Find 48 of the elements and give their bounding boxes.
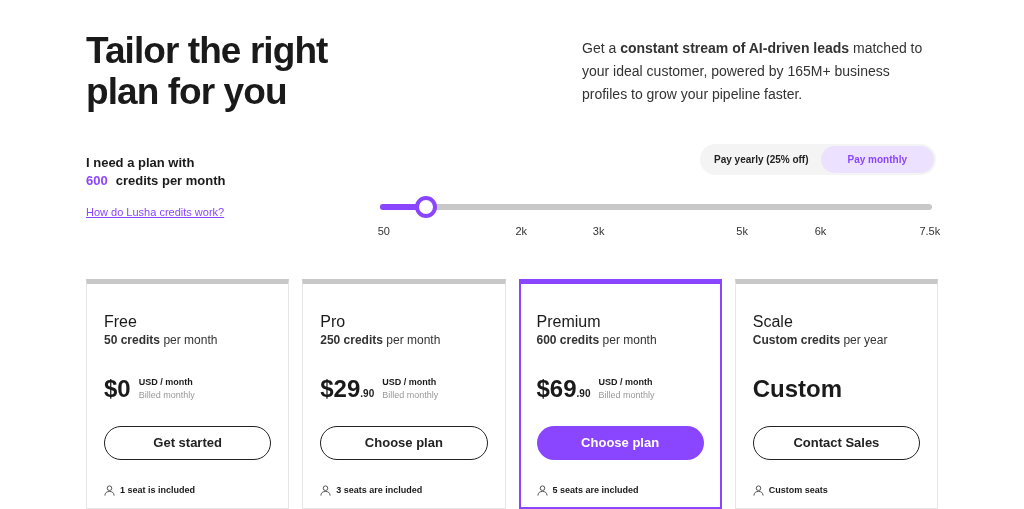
plan-button[interactable]: Choose plan	[536, 426, 704, 460]
intro-paragraph: Get a constant stream of AI-driven leads matched to your ideal customer, powered by 165M+ business profiles to grow your pipeline faster.	[582, 39, 924, 104]
plan-name: Premium	[536, 312, 602, 332]
plan-prompt-text: I need a plan with	[86, 154, 196, 172]
price-cents: .90	[360, 388, 375, 401]
price-cents: .90	[576, 388, 591, 401]
billing-option[interactable]: Pay yearly (25% off)	[702, 146, 821, 173]
billing-option[interactable]: Pay monthly	[820, 146, 934, 173]
billing-note: Billed monthly	[138, 389, 195, 402]
person-icon	[104, 485, 115, 497]
price: $69	[536, 374, 577, 404]
seats-text: 3 seats are included	[336, 484, 423, 497]
help-link[interactable]: How do Lusha credits work?	[86, 204, 380, 221]
price-unit: USD / month	[382, 376, 438, 389]
price: $0	[104, 374, 131, 404]
person-icon	[752, 485, 764, 497]
tick-label: 50	[377, 224, 390, 239]
person-icon	[536, 485, 548, 497]
credit-amount: 600	[86, 172, 108, 190]
plan-credits: Custom credits per year	[752, 332, 889, 348]
tick-label: 5k	[736, 224, 748, 239]
plan-credits: 250 credits per month	[320, 332, 442, 348]
credit-unit-text: credits per month	[115, 172, 226, 190]
page-headline: Tailor the right plan for you	[86, 30, 329, 112]
price-unit: USD / month	[138, 376, 194, 389]
plan-credits: 50 credits per month	[104, 332, 219, 348]
seats-text: 1 seat is included	[120, 484, 196, 497]
tick-label: 6k	[814, 224, 827, 239]
billing-note: Billed monthly	[382, 389, 439, 402]
billing-note: Billed monthly	[598, 389, 655, 402]
price-unit: USD / month	[598, 376, 654, 389]
price: $29	[320, 374, 361, 404]
plan-button[interactable]: Choose plan	[320, 426, 488, 460]
slider-track[interactable]	[380, 196, 932, 218]
seats-text: Custom seats	[768, 484, 828, 497]
plan-button[interactable]: Contact Sales	[752, 426, 920, 460]
tick-label: 2k	[515, 224, 528, 239]
person-icon	[320, 485, 332, 497]
seats-text: 5 seats are included	[552, 484, 639, 497]
plan-name: Free	[104, 312, 138, 332]
plan-credits: 600 credits per month	[536, 332, 658, 348]
tick-label: 7.5k	[919, 224, 941, 239]
plan-button[interactable]: Get started	[104, 426, 272, 460]
tick-label: 3k	[592, 224, 605, 239]
plan-name: Scale	[752, 312, 794, 332]
custom-price: Custom	[752, 374, 843, 404]
plan-name: Pro	[320, 312, 347, 332]
slider-thumb[interactable]	[415, 196, 438, 218]
